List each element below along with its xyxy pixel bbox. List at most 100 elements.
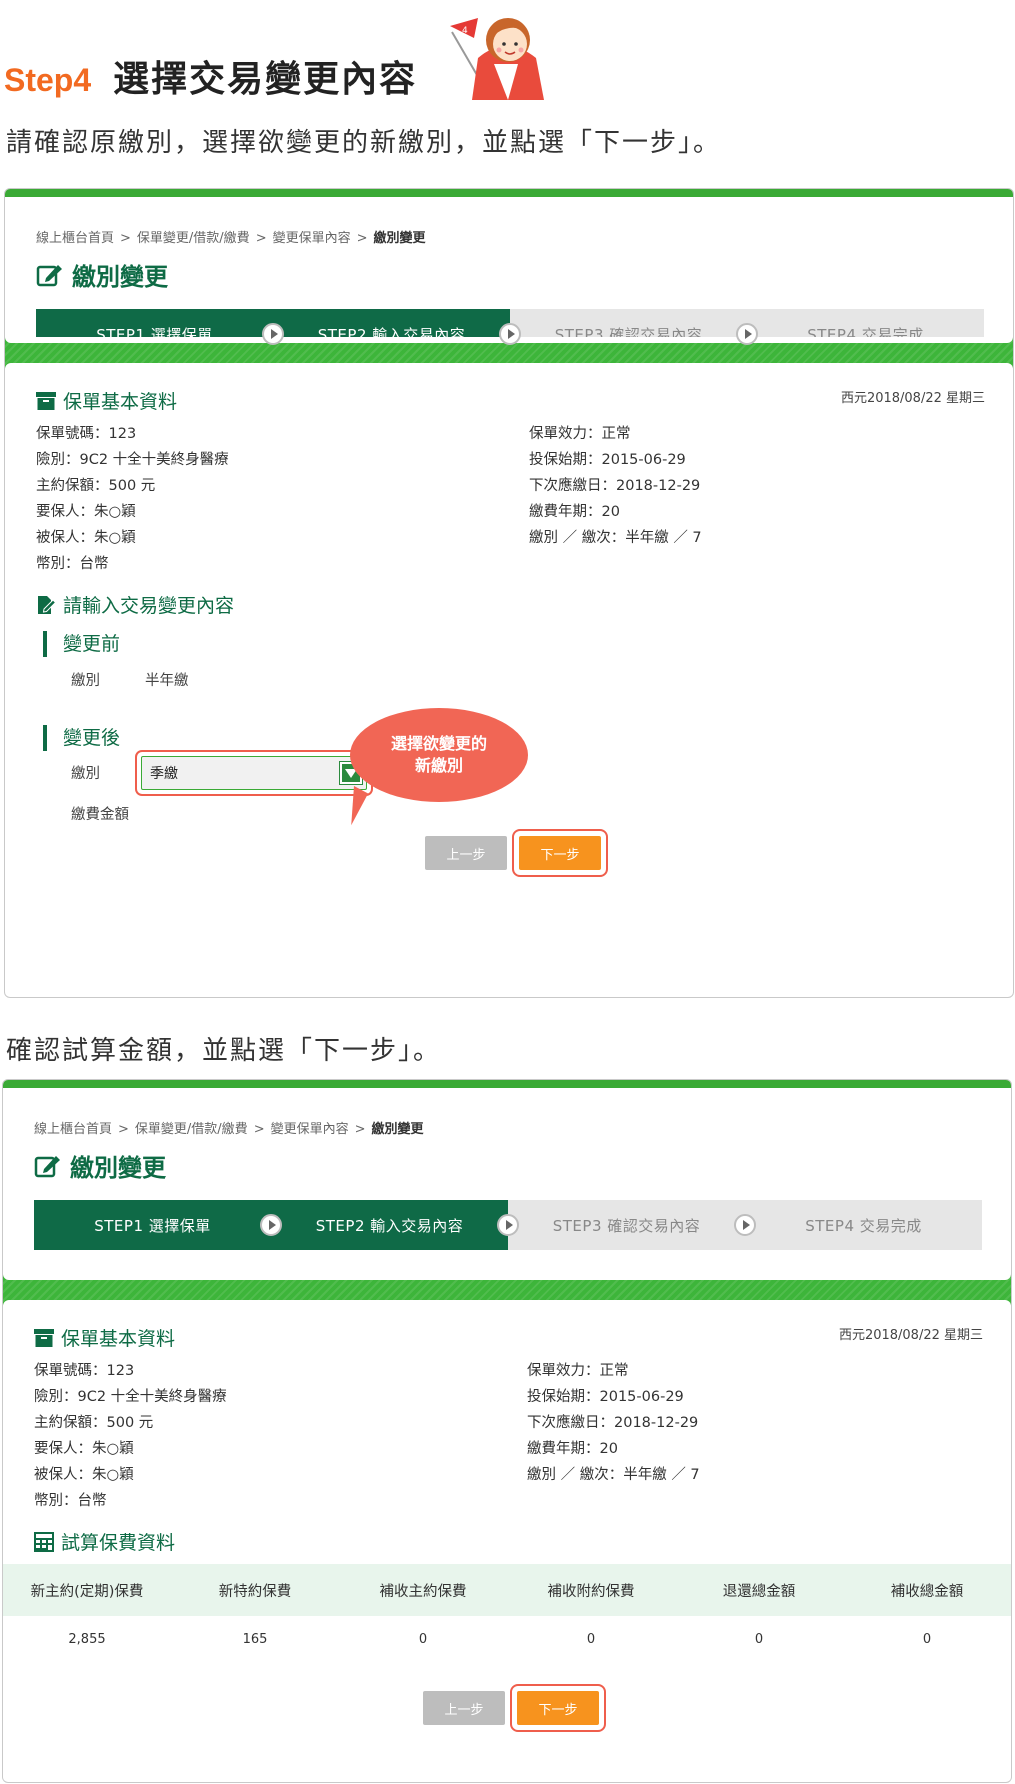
step-3-label: STEP3 確認交易內容: [552, 1216, 701, 1235]
calc-header-cell: 補收總金額: [890, 1583, 964, 1600]
page-title-text: 繳別變更: [72, 263, 168, 291]
calc-header-cell: 補收附約保費: [547, 1583, 635, 1600]
policy-section-title-text: 保單基本資料: [61, 1328, 176, 1350]
breadcrumb-item-change-content[interactable]: 變更保單內容: [273, 231, 351, 246]
calc-header-cell: 退還總金額: [722, 1583, 796, 1600]
callout-line-2: 新繳別: [414, 756, 463, 775]
current-date: 西元2018/08/22 星期三: [838, 1328, 983, 1343]
policy-insured: 被保人：朱○穎: [34, 1467, 134, 1483]
payment-mode-select-value: 季繳: [150, 766, 178, 782]
panel-top-bar: [3, 1080, 1011, 1088]
calc-header-cell: 補收主約保費: [379, 1583, 467, 1600]
policy-status: 保單效力：正常: [529, 426, 631, 442]
payment-mode-select[interactable]: 季繳: [141, 756, 367, 790]
policy-info-right: 保單效力：正常 投保始期：2015-06-29 下次應繳日：2018-12-29…: [527, 1358, 700, 1488]
green-divider-band: [3, 1274, 1011, 1306]
panel-change-form: 線上櫃台首頁 > 保單變更/借款/繳費 > 變更保單內容 > 繳別變更 繳別變更 STEP1…: [4, 188, 1014, 998]
page-title: 繳別變更: [34, 1148, 166, 1183]
breadcrumb-separator: >: [255, 231, 267, 246]
step-arrow-icon: [499, 323, 521, 345]
before-mode-value: 半年繳: [145, 673, 189, 689]
callout-line-1: 選擇欲變更的: [390, 734, 487, 753]
step-2-label: STEP2 輸入交易內容: [315, 1216, 464, 1235]
policy-section-title-text: 保單基本資料: [63, 391, 178, 413]
policy-plan: 險別：9C2 十全十美終身醫療: [34, 1389, 227, 1405]
policy-start-date: 投保始期：2015-06-29: [527, 1389, 684, 1405]
policy-currency: 幣別：台幣: [34, 1493, 107, 1509]
breadcrumb-current: 繳別變更: [371, 1122, 424, 1137]
select-highlight: 季繳: [135, 750, 373, 796]
policy-payment-mode: 繳別 ／ 繳次：半年繳 ／ 7: [527, 1467, 700, 1483]
calc-value-cell: 2,855: [68, 1631, 106, 1647]
policy-section-title: 保單基本資料: [34, 1324, 175, 1351]
premium-amount-label: 繳費金額: [71, 807, 129, 823]
policy-status: 保單效力：正常: [527, 1363, 629, 1379]
step-arrow-icon: [734, 1214, 756, 1236]
breadcrumb-item-change-content[interactable]: 變更保單內容: [271, 1122, 349, 1137]
breadcrumb-separator: >: [120, 231, 131, 246]
policy-start-date: 投保始期：2015-06-29: [529, 452, 686, 468]
document-edit-icon: [38, 595, 56, 614]
prev-button[interactable]: 上一步: [423, 1691, 505, 1725]
calc-header-cell: 新主約(定期)保費: [30, 1583, 144, 1600]
calc-value-cell: 165: [242, 1631, 268, 1647]
current-date: 西元2018/08/22 星期三: [840, 391, 985, 406]
calculator-icon: [34, 1531, 54, 1552]
breadcrumb: 線上櫃台首頁 > 保單變更/借款/繳費 > 變更保單內容 > 繳別變更: [36, 227, 426, 246]
panel-calculation: 線上櫃台首頁 > 保單變更/借款/繳費 > 變更保單內容 > 繳別變更 繳別變更 STEP1…: [2, 1079, 1012, 1783]
policy-currency: 幣別：台幣: [36, 556, 109, 572]
change-section-title: 請輸入交易變更內容: [36, 591, 234, 618]
archive-box-icon: [36, 391, 56, 410]
breadcrumb: 線上櫃台首頁 > 保單變更/借款/繳費 > 變更保單內容 > 繳別變更: [34, 1118, 424, 1137]
policy-insured: 被保人：朱○穎: [36, 530, 136, 546]
calc-value-cell: 0: [418, 1631, 428, 1647]
step-arrow-icon: [262, 323, 284, 345]
policy-payment-term: 繳費年期：20: [527, 1441, 618, 1457]
policy-payment-term: 繳費年期：20: [529, 504, 620, 520]
step-3: STEP3 確認交易內容: [508, 1200, 756, 1250]
policy-applicant: 要保人：朱○穎: [36, 504, 136, 520]
step-header: Step4 選擇交易變更內容: [4, 50, 417, 102]
breadcrumb-item-policy-change[interactable]: 保單變更/借款/繳費: [135, 1122, 248, 1137]
breadcrumb-item-home[interactable]: 線上櫃台首頁: [36, 231, 114, 246]
flag-number: 4: [462, 26, 468, 36]
mascot-illustration: 4: [450, 18, 544, 100]
breadcrumb-separator: >: [253, 1122, 265, 1137]
instruction-second: 確認試算金額，並點選「下一步」。: [6, 1036, 442, 1066]
calc-value-cell: 0: [754, 1631, 764, 1647]
breadcrumb-item-policy-change[interactable]: 保單變更/借款/繳費: [137, 231, 250, 246]
breadcrumb-current: 繳別變更: [373, 231, 426, 246]
policy-sum-insured: 主約保額：500 元: [36, 478, 156, 494]
policy-payment-mode: 繳別 ／ 繳次：半年繳 ／ 7: [529, 530, 702, 546]
page-title-text: 繳別變更: [70, 1154, 166, 1182]
step-arrow-icon: [497, 1214, 519, 1236]
policy-section-title: 保單基本資料: [36, 387, 177, 414]
policy-next-due-date: 下次應繳日：2018-12-29: [529, 478, 701, 494]
policy-number: 保單號碼：123: [34, 1363, 135, 1379]
breadcrumb-separator: >: [354, 1122, 366, 1137]
step-title: 選擇交易變更內容: [113, 59, 418, 100]
step-4: STEP4 交易完成: [745, 1200, 982, 1250]
policy-info-left: 保單號碼：123 險別：9C2 十全十美終身醫療 主約保額：500 元 要保人：…: [34, 1358, 227, 1514]
step-number: Step4: [4, 62, 92, 98]
calc-table-row: 2,855 165 0 0 0 0: [3, 1616, 1011, 1662]
calc-value-cell: 0: [586, 1631, 596, 1647]
policy-applicant: 要保人：朱○穎: [34, 1441, 134, 1457]
calc-section-title: 試算保費資料: [34, 1528, 175, 1555]
calc-section-title-text: 試算保費資料: [61, 1532, 176, 1554]
step-1-label: STEP1 選擇保單: [94, 1216, 211, 1235]
next-button[interactable]: 下一步: [517, 1691, 599, 1725]
policy-info-left: 保單號碼：123 險別：9C2 十全十美終身醫療 主約保額：500 元 要保人：…: [36, 421, 229, 577]
next-button[interactable]: 下一步: [519, 836, 601, 870]
breadcrumb-item-home[interactable]: 線上櫃台首頁: [34, 1122, 112, 1137]
calc-value-cell: 0: [922, 1631, 932, 1647]
change-section-title-text: 請輸入交易變更內容: [63, 595, 235, 617]
policy-plan: 險別：9C2 十全十美終身醫療: [36, 452, 229, 468]
before-change-heading: 變更前: [43, 631, 120, 657]
page-title: 繳別變更: [36, 257, 168, 292]
callout-bubble: 選擇欲變更的 新繳別: [350, 708, 528, 802]
breadcrumb-separator: >: [118, 1122, 129, 1137]
prev-button[interactable]: 上一步: [425, 836, 507, 870]
panel-top-bar: [5, 189, 1013, 197]
policy-sum-insured: 主約保額：500 元: [34, 1415, 154, 1431]
